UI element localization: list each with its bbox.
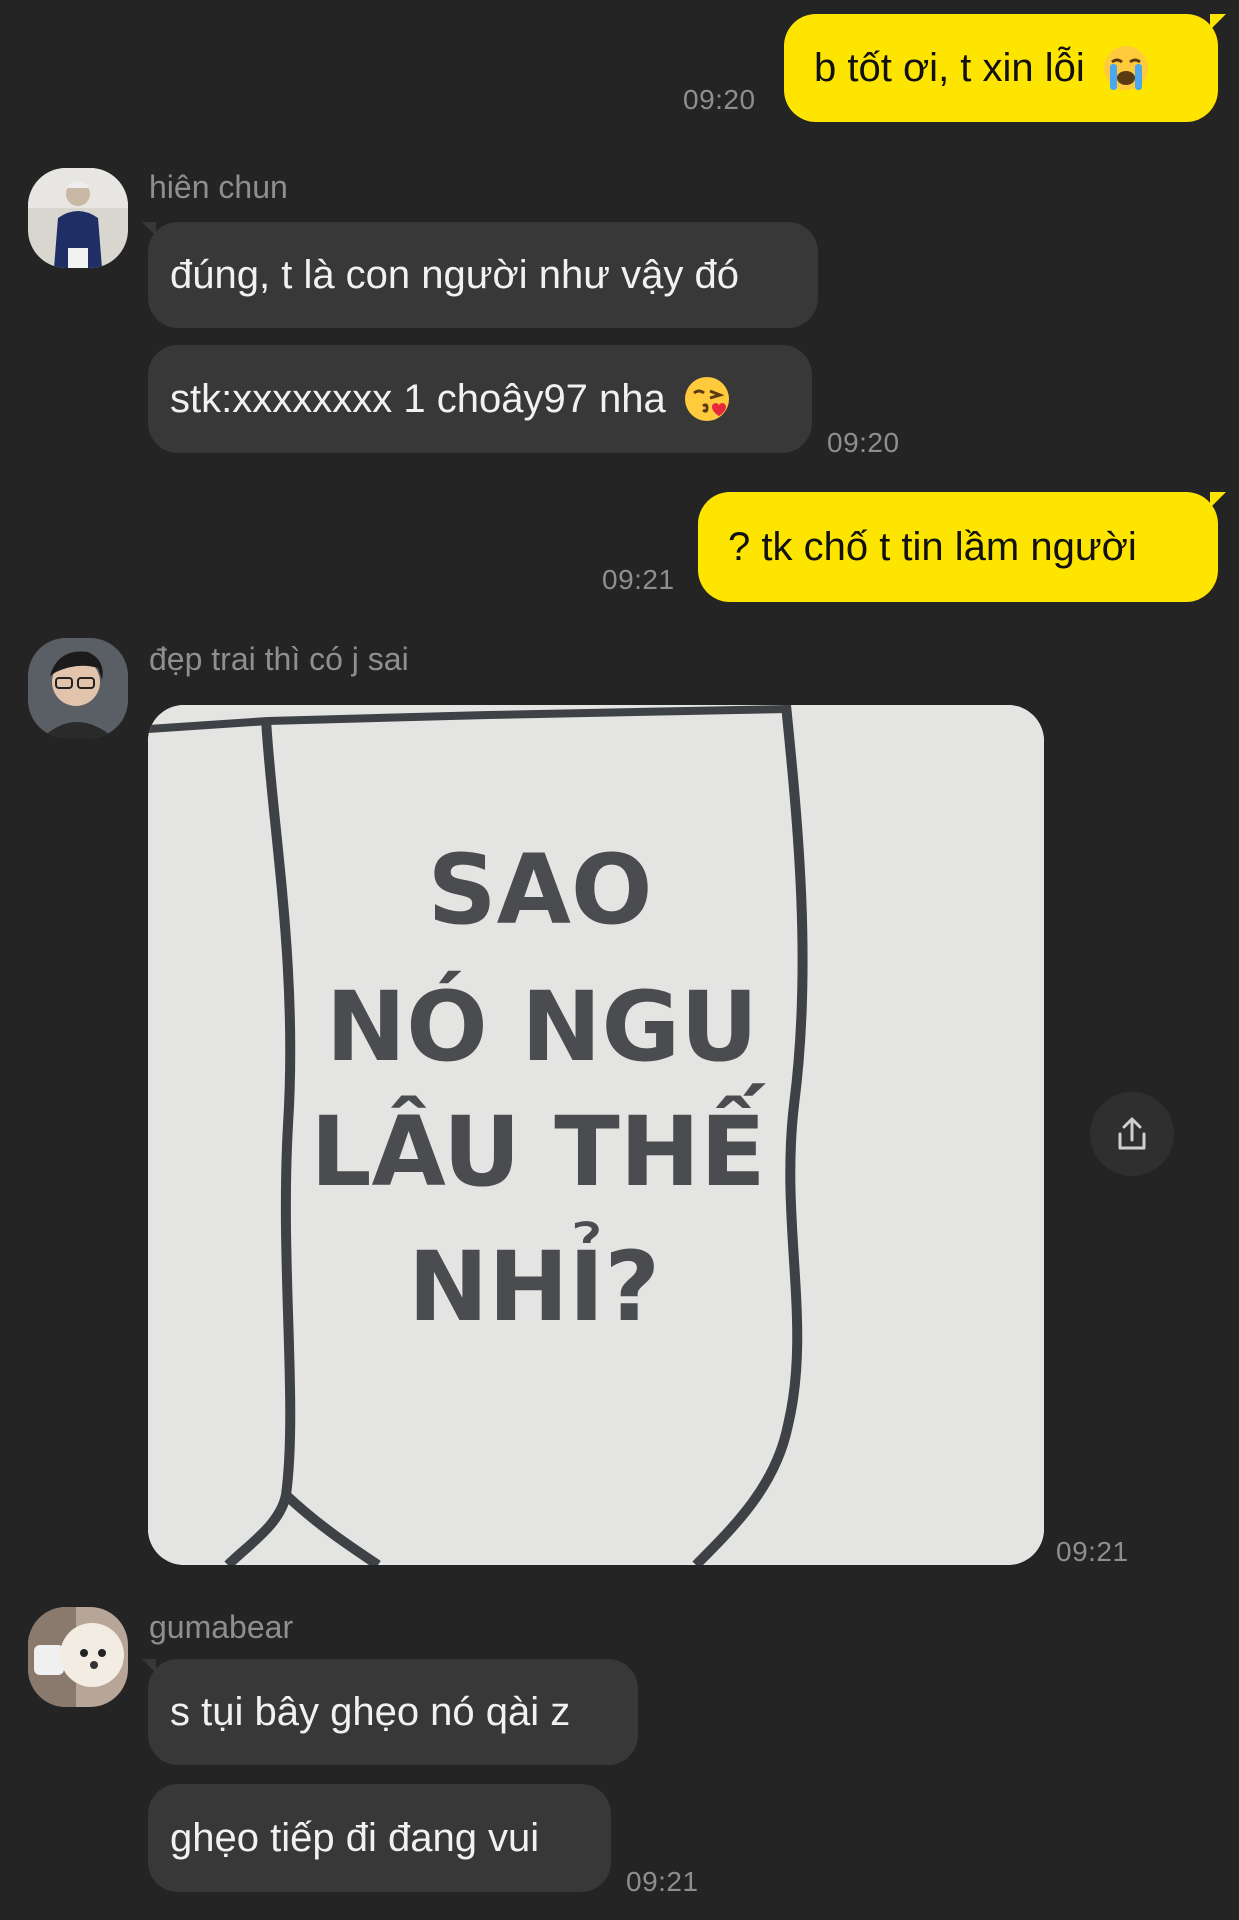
outgoing-message-bubble[interactable]: ? tk chố t tin lầm người xyxy=(698,492,1218,602)
outgoing-message-bubble[interactable]: b tốt ơi, t xin lỗi xyxy=(784,14,1218,122)
image-message[interactable]: SAO NÓ NGU LÂU THẾ NHỈ? xyxy=(148,705,1044,1565)
message-time: 09:21 xyxy=(1056,1536,1129,1567)
avatar-photo xyxy=(28,638,128,738)
sender-name: gumabear xyxy=(149,1609,294,1645)
face-blowing-kiss-icon xyxy=(684,377,729,421)
avatar-photo xyxy=(28,168,128,268)
image-caption-line: LÂU THẾ xyxy=(310,1083,766,1208)
incoming-message-bubble[interactable]: đúng, t là con người như vậy đó xyxy=(148,222,818,328)
manga-panel-image: SAO NÓ NGU LÂU THẾ NHỈ? xyxy=(148,705,1044,1565)
message-text: s tụi bây ghẹo nó qài z xyxy=(170,1689,571,1734)
message-text: b tốt ơi, t xin lỗi xyxy=(814,45,1085,90)
avatar-photo xyxy=(28,1607,128,1707)
sender-name: đẹp trai thì có j sai xyxy=(149,641,409,677)
incoming-message-bubble[interactable]: s tụi bây ghẹo nó qài z xyxy=(148,1659,638,1765)
avatar[interactable] xyxy=(28,1607,128,1707)
share-icon xyxy=(1118,1117,1146,1150)
bubble-tail xyxy=(1210,14,1226,30)
message-time: 09:20 xyxy=(827,427,900,458)
message-text: ghẹo tiếp đi đang vui xyxy=(170,1815,540,1860)
message-time: 09:20 xyxy=(683,84,756,115)
sender-name: hiên chun xyxy=(149,169,288,205)
message-text: ? tk chố t tin lầm người xyxy=(728,524,1137,569)
avatar[interactable] xyxy=(28,168,128,268)
share-button[interactable] xyxy=(1090,1092,1174,1176)
message-text: stk:xxxxxxxx 1 choây97 nha xyxy=(170,376,666,421)
message-text: đúng, t là con người như vậy đó xyxy=(170,252,740,297)
image-caption-line: SAO xyxy=(427,834,652,946)
image-caption-line: NHỈ? xyxy=(408,1221,660,1343)
message-time: 09:21 xyxy=(602,564,675,595)
avatar[interactable] xyxy=(28,638,128,738)
bubble-tail xyxy=(1210,492,1226,508)
loudly-crying-face-icon xyxy=(1103,46,1148,90)
message-time: 09:21 xyxy=(626,1866,699,1897)
incoming-message-bubble[interactable]: ghẹo tiếp đi đang vui xyxy=(148,1784,611,1892)
incoming-message-bubble[interactable]: stk:xxxxxxxx 1 choây97 nha xyxy=(148,345,812,453)
image-caption-line: NÓ NGU xyxy=(326,970,758,1083)
